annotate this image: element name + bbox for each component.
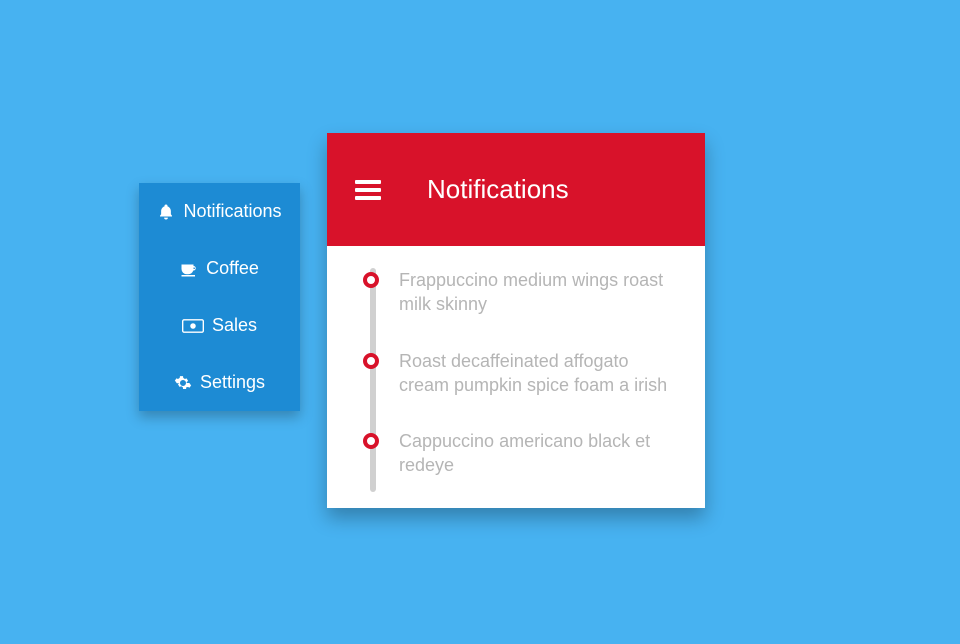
timeline-line xyxy=(370,268,376,492)
sidebar-item-label: Settings xyxy=(200,372,265,393)
sidebar-item-sales[interactable]: Sales xyxy=(139,297,300,354)
notifications-panel: Notifications Frappuccino medium wings r… xyxy=(327,133,705,508)
notification-item[interactable]: Cappuccino americano black et redeye xyxy=(385,429,679,478)
panel-title: Notifications xyxy=(427,174,569,205)
panel-body: Frappuccino medium wings roast milk skin… xyxy=(327,246,705,508)
notification-text: Cappuccino americano black et redeye xyxy=(399,431,650,475)
sidebar-item-label: Sales xyxy=(212,315,257,336)
notification-list: Frappuccino medium wings roast milk skin… xyxy=(385,268,679,478)
notification-text: Frappuccino medium wings roast milk skin… xyxy=(399,270,663,314)
sidebar-item-label: Notifications xyxy=(183,201,281,222)
gears-icon xyxy=(174,374,192,392)
sidebar-item-settings[interactable]: Settings xyxy=(139,354,300,411)
panel-header: Notifications xyxy=(327,133,705,246)
bell-icon xyxy=(157,203,175,221)
money-icon xyxy=(182,319,204,333)
coffee-icon xyxy=(180,260,198,278)
sidebar-item-coffee[interactable]: Coffee xyxy=(139,240,300,297)
timeline-dot-icon xyxy=(363,353,379,369)
timeline-dot-icon xyxy=(363,272,379,288)
notification-item[interactable]: Frappuccino medium wings roast milk skin… xyxy=(385,268,679,317)
notification-text: Roast decaffeinated affogato cream pumpk… xyxy=(399,351,667,395)
notification-item[interactable]: Roast decaffeinated affogato cream pumpk… xyxy=(385,349,679,398)
sidebar-item-notifications[interactable]: Notifications xyxy=(139,183,300,240)
sidebar-item-label: Coffee xyxy=(206,258,259,279)
sidebar-menu: Notifications Coffee Sales Settings xyxy=(139,183,300,411)
hamburger-icon[interactable] xyxy=(355,180,381,200)
timeline-dot-icon xyxy=(363,433,379,449)
